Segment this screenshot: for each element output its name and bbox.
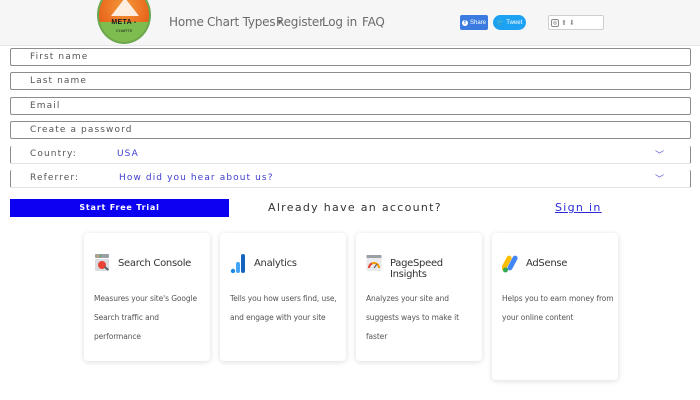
- card-search-console[interactable]: Search Console Measures your site's Goog…: [84, 233, 210, 361]
- twitter-bird-icon: 🐦: [496, 20, 505, 26]
- analytics-icon: [230, 254, 245, 274]
- logo-peak: [111, 0, 139, 16]
- facebook-share-button[interactable]: f Share: [460, 15, 488, 30]
- card-description: Tells you how users find, use, and engag…: [230, 294, 337, 322]
- card-title: Analytics: [254, 258, 297, 269]
- search-console-icon: [95, 254, 109, 271]
- facebook-icon: f: [461, 19, 468, 26]
- card-title: AdSense: [526, 258, 568, 269]
- nav-faq-link[interactable]: FAQ: [362, 15, 385, 29]
- tweet-label: Tweet: [506, 19, 523, 26]
- nav-chart-types-dropdown[interactable]: Chart Types ▼: [207, 15, 282, 29]
- last-name-input[interactable]: [11, 73, 690, 89]
- password-field: [10, 121, 691, 139]
- chevron-down-icon: ﹀: [654, 151, 664, 161]
- card-title: PageSpeed Insights: [390, 258, 443, 280]
- password-input[interactable]: [11, 122, 690, 138]
- logo-text: META -: [111, 19, 137, 26]
- start-free-trial-button[interactable]: Start Free Trial: [10, 199, 229, 217]
- tweet-button[interactable]: 🐦 Tweet: [493, 15, 526, 30]
- nav-login-link[interactable]: Log in: [322, 15, 357, 29]
- chevron-down-icon: ﹀: [654, 175, 664, 185]
- vote-widget: ◎ ⬆ ⬇: [548, 15, 604, 30]
- card-description: Helps you to earn money from your online…: [502, 294, 614, 322]
- card-title: Search Console: [118, 258, 192, 269]
- country-label: Country:: [30, 149, 77, 159]
- already-have-account-text: Already have an account?: [268, 201, 442, 214]
- top-navbar: META - CHARTS Home Chart Types ▼ Register…: [0, 0, 700, 46]
- logo-subtext: CHARTS: [115, 28, 133, 33]
- downvote-arrow-icon[interactable]: ⬇: [569, 19, 575, 27]
- card-adsense[interactable]: AdSense Helps you to earn money from you…: [492, 233, 618, 380]
- share-label: Share: [469, 19, 486, 26]
- card-analytics[interactable]: Analytics Tells you how users find, use,…: [220, 233, 346, 361]
- referrer-select[interactable]: Referrer: How did you hear about us? ﹀: [10, 170, 691, 188]
- last-name-field: [10, 72, 691, 90]
- card-description: Measures your site's Google Search traff…: [94, 294, 198, 341]
- vote-logo-icon: ◎: [551, 18, 559, 27]
- country-value: USA: [117, 149, 139, 159]
- card-description: Analyzes your site and suggests ways to …: [366, 294, 459, 341]
- first-name-field: [10, 48, 691, 66]
- upvote-arrow-icon[interactable]: ⬆: [561, 19, 567, 27]
- pagespeed-icon: [366, 255, 382, 271]
- nav-home-link[interactable]: Home: [169, 15, 204, 29]
- referrer-label: Referrer:: [30, 173, 80, 183]
- nav-register-link[interactable]: Register: [276, 15, 324, 29]
- card-pagespeed-insights[interactable]: PageSpeed Insights Analyzes your site an…: [356, 233, 482, 361]
- email-field: [10, 97, 691, 115]
- email-input[interactable]: [11, 98, 690, 114]
- site-logo[interactable]: META - CHARTS: [97, 0, 151, 44]
- sign-in-link[interactable]: Sign in: [555, 201, 602, 214]
- adsense-icon: [502, 255, 518, 273]
- referrer-value: How did you hear about us?: [119, 173, 274, 183]
- nav-chart-types-label: Chart Types: [207, 15, 276, 29]
- first-name-input[interactable]: [11, 49, 690, 65]
- country-select[interactable]: Country: USA ﹀: [10, 146, 691, 164]
